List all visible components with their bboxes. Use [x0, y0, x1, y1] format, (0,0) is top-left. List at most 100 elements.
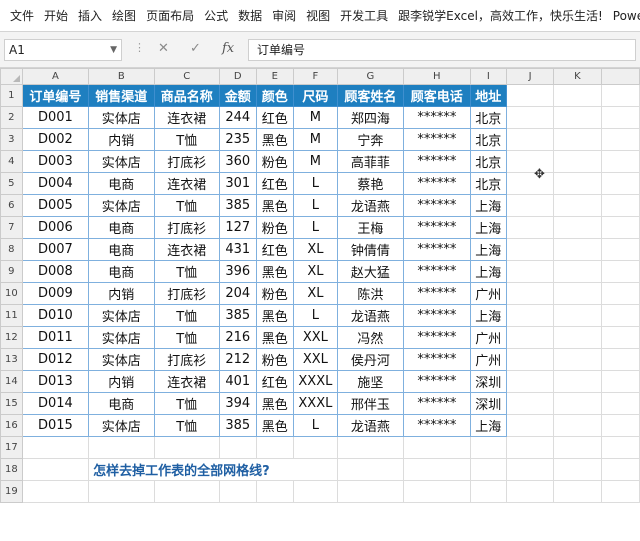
row-header[interactable]: 1 [0, 84, 23, 107]
table-cell[interactable]: 北京 [469, 172, 508, 195]
table-cell[interactable]: 394 [218, 392, 257, 415]
table-cell[interactable]: D013 [21, 370, 90, 393]
table-cell[interactable]: 黑色 [255, 304, 295, 327]
table-cell[interactable]: 431 [218, 238, 257, 261]
cell[interactable] [553, 282, 602, 305]
cell[interactable] [506, 238, 555, 261]
cell[interactable] [506, 370, 555, 393]
cell[interactable] [600, 304, 640, 327]
table-cell[interactable]: T恤 [153, 194, 220, 217]
table-cell[interactable]: XXL [293, 348, 338, 371]
table-cell[interactable]: 连衣裙 [153, 106, 220, 129]
table-cell[interactable]: 实体店 [88, 348, 155, 371]
column-header[interactable]: A [21, 68, 90, 85]
table-cell[interactable]: 北京 [469, 128, 508, 151]
cancel-icon[interactable]: ✕ [158, 41, 169, 56]
row-header[interactable]: 8 [0, 238, 23, 261]
cell[interactable] [553, 216, 602, 239]
table-cell[interactable]: ****** [403, 414, 471, 437]
table-cell[interactable]: 实体店 [88, 150, 155, 173]
table-header-cell[interactable]: 地址 [469, 84, 508, 107]
table-cell[interactable]: L [293, 414, 338, 437]
table-cell[interactable]: 385 [218, 304, 257, 327]
table-cell[interactable]: 上海 [469, 304, 508, 327]
row-header[interactable]: 18 [0, 458, 23, 481]
row-header[interactable]: 6 [0, 194, 23, 217]
table-cell[interactable]: 244 [218, 106, 257, 129]
cell[interactable] [600, 436, 640, 459]
table-cell[interactable]: T恤 [153, 304, 220, 327]
table-cell[interactable]: 龙语燕 [336, 194, 405, 217]
table-cell[interactable]: 电商 [88, 392, 155, 415]
cell[interactable] [88, 436, 155, 459]
table-cell[interactable]: 陈洪 [336, 282, 405, 305]
table-cell[interactable]: ****** [403, 238, 471, 261]
cell[interactable] [600, 216, 640, 239]
table-header-cell[interactable]: 颜色 [255, 84, 295, 107]
column-header[interactable]: E [255, 68, 295, 85]
table-cell[interactable]: 401 [218, 370, 257, 393]
table-cell[interactable]: D005 [21, 194, 90, 217]
table-cell[interactable]: 红色 [255, 238, 295, 261]
cell[interactable] [506, 260, 555, 283]
cell[interactable] [600, 458, 640, 481]
table-cell[interactable]: 红色 [255, 370, 295, 393]
table-header-cell[interactable]: 尺码 [293, 84, 338, 107]
formula-bar-grip-icon[interactable]: ⋮ [134, 41, 145, 54]
cell[interactable] [506, 304, 555, 327]
cell[interactable] [553, 304, 602, 327]
row-header[interactable]: 10 [0, 282, 23, 305]
cell[interactable] [553, 348, 602, 371]
cell[interactable] [506, 84, 555, 107]
menu-item[interactable]: Power Pivot [608, 0, 640, 31]
cell[interactable] [506, 106, 555, 129]
table-cell[interactable]: 385 [218, 194, 257, 217]
table-cell[interactable]: 龙语燕 [336, 414, 405, 437]
table-cell[interactable]: L [293, 216, 338, 239]
menu-item[interactable]: 文件 [0, 0, 39, 31]
cell[interactable] [553, 436, 602, 459]
table-cell[interactable]: L [293, 304, 338, 327]
table-cell[interactable]: 电商 [88, 172, 155, 195]
table-cell[interactable]: 赵大猛 [336, 260, 405, 283]
cell[interactable] [600, 282, 640, 305]
cell[interactable] [553, 326, 602, 349]
table-header-cell[interactable]: 金额 [218, 84, 257, 107]
row-header[interactable]: 15 [0, 392, 23, 415]
table-cell[interactable]: 内销 [88, 282, 155, 305]
table-cell[interactable]: 打底衫 [153, 348, 220, 371]
table-cell[interactable]: D009 [21, 282, 90, 305]
cell[interactable] [553, 260, 602, 283]
cell[interactable] [21, 480, 90, 503]
table-header-cell[interactable]: 订单编号 [21, 84, 90, 107]
table-cell[interactable]: 385 [218, 414, 257, 437]
table-cell[interactable]: 上海 [469, 414, 508, 437]
cell[interactable] [469, 458, 508, 481]
table-cell[interactable]: 实体店 [88, 194, 155, 217]
table-cell[interactable]: 打底衫 [153, 282, 220, 305]
table-cell[interactable]: 广州 [469, 348, 508, 371]
cell[interactable] [506, 392, 555, 415]
table-cell[interactable]: 深圳 [469, 392, 508, 415]
row-header[interactable]: 13 [0, 348, 23, 371]
column-header[interactable]: G [336, 68, 405, 85]
table-cell[interactable]: 电商 [88, 238, 155, 261]
row-header[interactable]: 7 [0, 216, 23, 239]
table-cell[interactable]: 打底衫 [153, 150, 220, 173]
table-cell[interactable]: 204 [218, 282, 257, 305]
table-cell[interactable]: 王梅 [336, 216, 405, 239]
table-cell[interactable]: 上海 [469, 216, 508, 239]
cell[interactable] [600, 194, 640, 217]
table-cell[interactable]: 上海 [469, 260, 508, 283]
table-cell[interactable]: D012 [21, 348, 90, 371]
table-cell[interactable]: 广州 [469, 282, 508, 305]
table-cell[interactable]: T恤 [153, 326, 220, 349]
cell[interactable] [469, 436, 508, 459]
cell[interactable] [600, 392, 640, 415]
menu-item[interactable]: 插入 [73, 0, 107, 31]
cell[interactable] [469, 480, 508, 503]
row-header[interactable]: 5 [0, 172, 23, 195]
table-cell[interactable]: 127 [218, 216, 257, 239]
cell[interactable] [506, 172, 555, 195]
table-cell[interactable]: L [293, 194, 338, 217]
